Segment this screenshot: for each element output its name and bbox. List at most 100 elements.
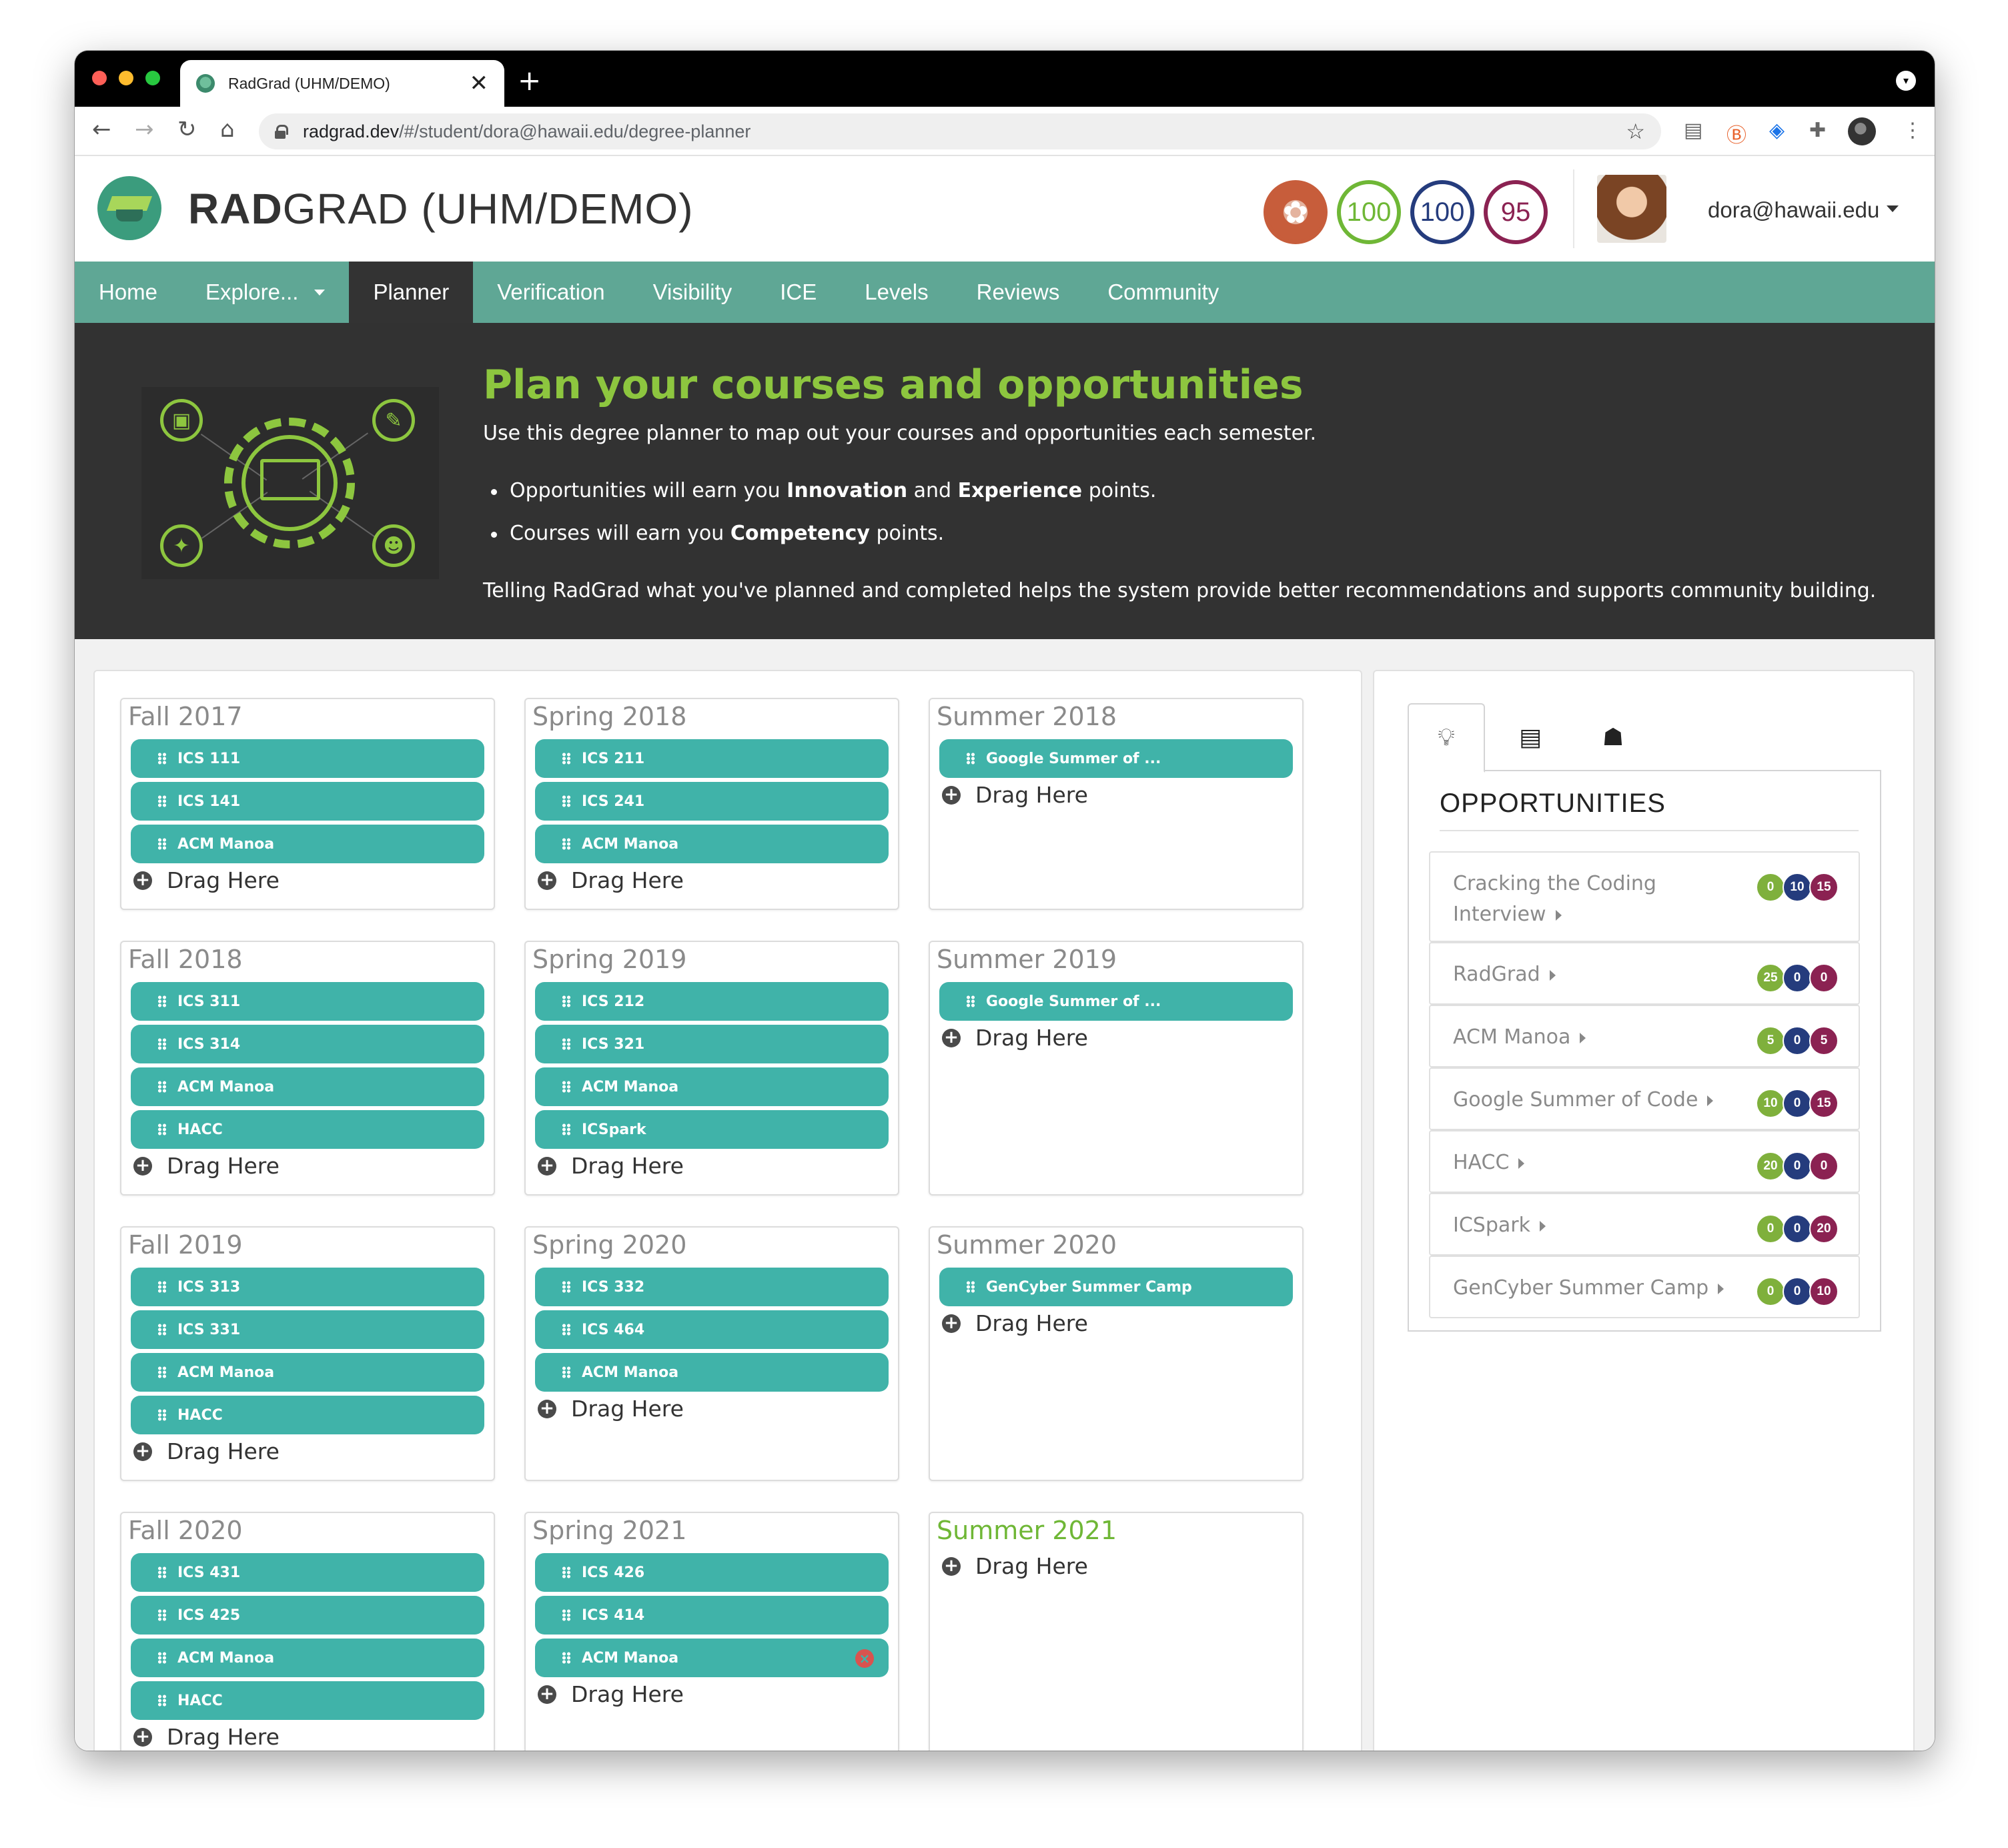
drag-here-target[interactable]: + Drag Here <box>942 1310 1088 1336</box>
extension-b-icon[interactable]: Ⓑ <box>1726 119 1746 148</box>
drag-here-target[interactable]: + Drag Here <box>538 1681 684 1707</box>
tab-close-icon[interactable]: ✕ <box>470 70 489 97</box>
opportunity-name[interactable]: Cracking the Coding Interview <box>1453 869 1733 930</box>
innovation-score[interactable]: 100 <box>1337 180 1401 244</box>
opportunity-card[interactable]: RadGrad 25 0 0 <box>1429 942 1860 1005</box>
tab-search-icon[interactable]: ▾ <box>1896 71 1916 91</box>
drag-here-target[interactable]: + Drag Here <box>133 1724 280 1750</box>
opportunity-item[interactable]: HACC <box>131 1681 484 1720</box>
semester-summer-2020[interactable]: Summer 2020 GenCyber Summer Camp + Drag H… <box>929 1226 1304 1481</box>
opportunity-item[interactable]: Google Summer of ... <box>939 982 1293 1021</box>
semester-spring-2018[interactable]: Spring 2018 ICS 211 ICS 241 ACM Manoa + D… <box>524 698 899 910</box>
drag-here-target[interactable]: + Drag Here <box>942 1553 1088 1579</box>
opportunity-item[interactable]: HACC <box>131 1396 484 1434</box>
semester-spring-2020[interactable]: Spring 2020 ICS 332 ICS 464 ACM Manoa + D… <box>524 1226 899 1481</box>
ice-flower-icon[interactable]: ✿ <box>1264 180 1328 244</box>
course-item[interactable]: ICS 314 <box>131 1025 484 1063</box>
semester-fall-2020[interactable]: Fall 2020 ICS 431 ICS 425 ACM Manoa HACC… <box>120 1512 495 1751</box>
opportunity-card[interactable]: ACM Manoa 5 0 5 <box>1429 1005 1860 1067</box>
drag-here-target[interactable]: + Drag Here <box>133 1438 280 1464</box>
home-icon[interactable]: ⌂ <box>220 116 235 143</box>
opportunity-item[interactable]: GenCyber Summer Camp <box>939 1268 1293 1306</box>
opportunity-name[interactable]: ACM Manoa <box>1453 1022 1733 1053</box>
opportunity-item[interactable]: ACM Manoa × <box>535 1639 889 1677</box>
course-item[interactable]: ICS 241 <box>535 782 889 821</box>
opportunity-name[interactable]: Google Summer of Code <box>1453 1085 1733 1115</box>
menu-ice[interactable]: ICE <box>756 262 841 323</box>
opportunity-card[interactable]: ICSpark 0 0 20 <box>1429 1193 1860 1256</box>
semester-fall-2018[interactable]: Fall 2018 ICS 311 ICS 314 ACM Manoa HACC… <box>120 941 495 1196</box>
browser-menu-icon[interactable]: ⋮ <box>1903 119 1923 142</box>
menu-community[interactable]: Community <box>1083 262 1243 323</box>
drag-here-target[interactable]: + Drag Here <box>538 1396 684 1422</box>
course-item[interactable]: ICS 313 <box>131 1268 484 1306</box>
course-item[interactable]: ICS 331 <box>131 1310 484 1349</box>
opportunity-card[interactable]: Cracking the Coding Interview 0 10 15 <box>1429 851 1860 942</box>
opportunity-item[interactable]: ACM Manoa <box>535 1067 889 1106</box>
semester-summer-2018[interactable]: Summer 2018 Google Summer of ... + Drag H… <box>929 698 1304 910</box>
user-avatar[interactable] <box>1597 175 1666 243</box>
menu-explore[interactable]: Explore... <box>181 262 349 323</box>
menu-home[interactable]: Home <box>75 262 181 323</box>
extension-shield-icon[interactable]: ◈ <box>1769 119 1785 142</box>
semester-summer-2021[interactable]: Summer 2021 + Drag Here <box>929 1512 1304 1751</box>
drag-here-target[interactable]: + Drag Here <box>133 867 280 893</box>
opportunity-card[interactable]: Google Summer of Code 10 0 15 <box>1429 1067 1860 1130</box>
semester-summer-2019[interactable]: Summer 2019 Google Summer of ... + Drag H… <box>929 941 1304 1196</box>
radgrad-logo[interactable] <box>97 176 161 240</box>
brand-title[interactable]: RADGRAD (UHM/DEMO) <box>188 184 694 234</box>
course-item[interactable]: ICS 211 <box>535 739 889 778</box>
semester-spring-2021[interactable]: Spring 2021 ICS 426 ICS 414 ACM Manoa × +… <box>524 1512 899 1751</box>
reader-icon[interactable]: ▤ <box>1684 119 1702 142</box>
opportunity-card[interactable]: GenCyber Summer Camp 0 0 10 <box>1429 1256 1860 1318</box>
drag-here-target[interactable]: + Drag Here <box>133 1153 280 1179</box>
opportunity-item[interactable]: ACM Manoa <box>131 825 484 863</box>
opportunity-name[interactable]: ICSpark <box>1453 1210 1733 1241</box>
address-bar[interactable]: radgrad.dev/#/student/dora@hawaii.edu/de… <box>259 113 1661 149</box>
opportunity-item[interactable]: ACM Manoa <box>131 1639 484 1677</box>
drag-here-target[interactable]: + Drag Here <box>942 1025 1088 1051</box>
menu-levels[interactable]: Levels <box>841 262 952 323</box>
new-tab-button[interactable]: + <box>518 64 541 97</box>
drag-here-target[interactable]: + Drag Here <box>538 1153 684 1179</box>
bookmark-star-icon[interactable]: ☆ <box>1626 119 1645 144</box>
tab-opportunities[interactable]: 💡︎ <box>1408 703 1485 773</box>
course-item[interactable]: ICS 431 <box>131 1553 484 1592</box>
opportunity-item[interactable]: ACM Manoa <box>131 1353 484 1392</box>
close-window-button[interactable] <box>92 71 107 85</box>
semester-fall-2019[interactable]: Fall 2019 ICS 313 ICS 331 ACM Manoa HACC… <box>120 1226 495 1481</box>
maximize-window-button[interactable] <box>145 71 160 85</box>
course-item[interactable]: ICS 212 <box>535 982 889 1021</box>
course-item[interactable]: ICS 111 <box>131 739 484 778</box>
menu-verification[interactable]: Verification <box>473 262 628 323</box>
menu-planner[interactable]: Planner <box>349 262 474 323</box>
opportunity-name[interactable]: HACC <box>1453 1147 1733 1178</box>
course-item[interactable]: ICS 311 <box>131 982 484 1021</box>
back-icon[interactable]: ← <box>92 116 111 143</box>
semester-fall-2017[interactable]: Fall 2017 ICS 111 ICS 141 ACM Manoa + Dra… <box>120 698 495 910</box>
remove-item-icon[interactable]: × <box>855 1649 874 1668</box>
course-item[interactable]: ICS 425 <box>131 1596 484 1635</box>
tab-advisor[interactable]: ☗ <box>1574 703 1652 771</box>
course-item[interactable]: ICS 464 <box>535 1310 889 1349</box>
course-item[interactable]: ICS 414 <box>535 1596 889 1635</box>
opportunity-item[interactable]: ACM Manoa <box>535 825 889 863</box>
browser-profile-avatar[interactable] <box>1848 117 1876 145</box>
course-item[interactable]: ICS 321 <box>535 1025 889 1063</box>
menu-visibility[interactable]: Visibility <box>629 262 757 323</box>
user-menu[interactable]: dora@hawaii.edu <box>1708 197 1879 223</box>
course-item[interactable]: ICS 141 <box>131 782 484 821</box>
opportunity-item[interactable]: ICSpark <box>535 1110 889 1149</box>
experience-score[interactable]: 95 <box>1484 180 1548 244</box>
minimize-window-button[interactable] <box>119 71 133 85</box>
drag-here-target[interactable]: + Drag Here <box>942 782 1088 808</box>
semester-spring-2019[interactable]: Spring 2019 ICS 212 ICS 321 ACM Manoa IC… <box>524 941 899 1196</box>
url-text[interactable]: radgrad.dev/#/student/dora@hawaii.edu/de… <box>303 121 1626 142</box>
opportunity-item[interactable]: ACM Manoa <box>535 1353 889 1392</box>
opportunity-item[interactable]: Google Summer of ... <box>939 739 1293 778</box>
forward-icon[interactable]: → <box>135 116 154 143</box>
tab-courses[interactable]: ▤ <box>1492 703 1569 771</box>
opportunity-item[interactable]: HACC <box>131 1110 484 1149</box>
course-item[interactable]: ICS 332 <box>535 1268 889 1306</box>
drag-here-target[interactable]: + Drag Here <box>538 867 684 893</box>
